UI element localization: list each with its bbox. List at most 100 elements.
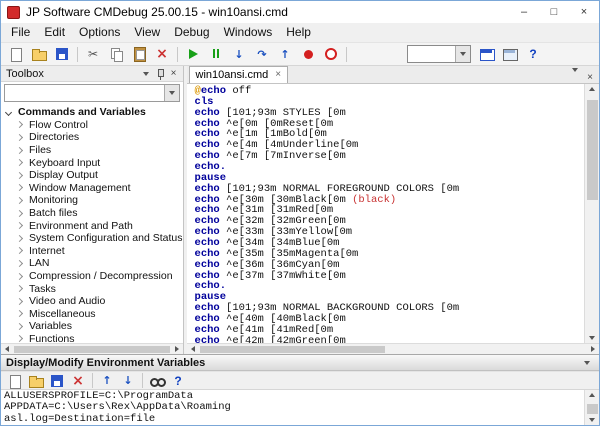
panel-close-button[interactable]: ×	[167, 67, 181, 81]
tree-item-label: Commands and Variables	[18, 106, 146, 119]
cut-button[interactable]	[82, 44, 104, 64]
save-button[interactable]	[47, 372, 67, 389]
help-button[interactable]	[168, 372, 188, 389]
pin-button[interactable]	[153, 67, 167, 81]
code-line[interactable]: echo.	[195, 162, 584, 173]
toolbar-combobox[interactable]	[407, 45, 471, 63]
menu-help[interactable]: Help	[279, 23, 318, 42]
tree-item[interactable]: Window Management	[1, 182, 183, 195]
tree-item[interactable]: Display Output	[1, 169, 183, 182]
help-button[interactable]	[522, 44, 544, 64]
tree-item-label: Batch files	[29, 207, 78, 220]
tree-item[interactable]: Compression / Decompression	[1, 270, 183, 283]
run-button[interactable]	[182, 44, 204, 64]
scroll-down-arrow[interactable]	[589, 418, 595, 422]
code-line[interactable]: echo.	[195, 281, 584, 292]
scroll-right-arrow[interactable]	[591, 346, 595, 353]
tree-item[interactable]: Monitoring	[1, 194, 183, 207]
window-button[interactable]	[499, 44, 521, 64]
move-down-button[interactable]	[118, 372, 138, 389]
toolbox-hscrollbar[interactable]	[1, 343, 183, 355]
tree-item[interactable]: Miscellaneous	[1, 308, 183, 321]
breakpoint-button[interactable]	[297, 44, 319, 64]
tab-win10ansi[interactable]: win10ansi.cmd ×	[188, 66, 289, 83]
scroll-up-arrow[interactable]	[589, 87, 595, 91]
tree-item[interactable]: Batch files	[1, 207, 183, 220]
paste-button[interactable]	[128, 44, 150, 64]
open-folder-button[interactable]	[26, 372, 46, 389]
stop-button[interactable]	[320, 44, 342, 64]
menu-view[interactable]: View	[127, 23, 167, 42]
delete-button[interactable]	[151, 44, 173, 64]
panel-menu-button[interactable]	[139, 67, 153, 81]
tree-item[interactable]: Functions	[1, 333, 183, 343]
scroll-left-arrow[interactable]	[190, 346, 195, 353]
scrollbar-thumb[interactable]	[199, 346, 385, 354]
open-folder-button[interactable]	[28, 44, 50, 64]
find-button[interactable]	[147, 372, 167, 389]
tab-list-button[interactable]	[572, 68, 579, 83]
menu-file[interactable]: File	[4, 23, 37, 42]
tree-item-label: LAN	[29, 257, 50, 270]
toolbox-filter-combobox[interactable]	[4, 84, 180, 102]
tree-item-label: Keyboard Input	[29, 156, 101, 169]
environment-variable-list: ALLUSERSPROFILE=C:\ProgramData APPDATA=C:…	[1, 390, 584, 425]
close-document-button[interactable]: ×	[587, 72, 593, 83]
tree-item[interactable]: Video and Audio	[1, 295, 183, 308]
tree-item[interactable]: Tasks	[1, 282, 183, 295]
chevron-right-icon	[15, 272, 24, 280]
environment-toolbar	[1, 371, 599, 391]
tree-item[interactable]: Internet	[1, 245, 183, 258]
menu-debug[interactable]: Debug	[167, 23, 216, 42]
tree-item[interactable]: Keyboard Input	[1, 156, 183, 169]
panel-menu-button[interactable]	[580, 356, 594, 370]
scrollbar-thumb[interactable]	[587, 100, 598, 200]
delete-button[interactable]	[68, 372, 88, 389]
code-line[interactable]: echo ^e[7m [7mInverse[0m	[195, 151, 584, 162]
tree-item[interactable]: Variables	[1, 320, 183, 333]
code-line[interactable]: echo ^e[42m [42mGreen[0m	[195, 335, 584, 343]
menu-options[interactable]: Options	[72, 23, 127, 42]
save-button[interactable]	[51, 44, 73, 64]
menu-edit[interactable]: Edit	[37, 23, 72, 42]
step-out-button[interactable]	[274, 44, 296, 64]
environment-vscrollbar[interactable]	[584, 390, 599, 425]
tab-close-icon[interactable]: ×	[275, 70, 281, 80]
tree-item[interactable]: System Configuration and Status	[1, 232, 183, 245]
console-button[interactable]	[476, 44, 498, 64]
code-editor[interactable]: @echo off cls echo [101;93m STYLES [0m echo…	[187, 84, 584, 344]
environment-variable-row[interactable]: APPDATA=C:\Users\Rex\AppData\Roaming	[4, 402, 584, 414]
scroll-down-arrow[interactable]	[589, 336, 595, 341]
maximize-button[interactable]: □	[539, 1, 569, 23]
tree-item[interactable]: Files	[1, 144, 183, 157]
copy-button[interactable]	[105, 44, 127, 64]
new-file-button[interactable]	[5, 44, 27, 64]
pause-button[interactable]	[205, 44, 227, 64]
editor-vscrollbar[interactable]	[584, 84, 599, 344]
scroll-up-arrow[interactable]	[589, 393, 595, 398]
menu-windows[interactable]: Windows	[217, 23, 280, 42]
environment-variable-row[interactable]: asl.log=Destination=file	[4, 413, 584, 425]
minimize-button[interactable]: –	[509, 1, 539, 23]
move-up-button[interactable]	[97, 372, 117, 389]
combo-dropdown-arrow[interactable]	[163, 85, 179, 101]
code-line[interactable]: echo ^e[37m [37mWhite[0m	[195, 270, 584, 282]
tree-item[interactable]: Directories	[1, 131, 183, 144]
editor-hscrollbar[interactable]	[186, 343, 599, 355]
tree-item[interactable]: LAN	[1, 257, 183, 270]
step-into-button[interactable]	[228, 44, 250, 64]
combo-dropdown-arrow[interactable]	[455, 46, 470, 62]
step-over-button[interactable]	[251, 44, 273, 64]
code-line[interactable]: @echo off	[195, 86, 584, 97]
main-toolbar	[1, 42, 599, 66]
scroll-left-arrow[interactable]	[5, 346, 9, 353]
scrollbar-thumb[interactable]	[14, 346, 170, 354]
close-button[interactable]: ×	[569, 1, 599, 23]
new-file-button[interactable]	[5, 372, 25, 389]
tree-item[interactable]: Flow Control	[1, 119, 183, 132]
tree-item-commands-and-variables[interactable]: Commands and Variables	[1, 106, 183, 119]
scroll-right-arrow[interactable]	[174, 346, 179, 353]
scrollbar-thumb[interactable]	[587, 404, 598, 415]
tree-item[interactable]: Environment and Path	[1, 219, 183, 232]
tabbar-buttons: ×	[572, 68, 599, 83]
